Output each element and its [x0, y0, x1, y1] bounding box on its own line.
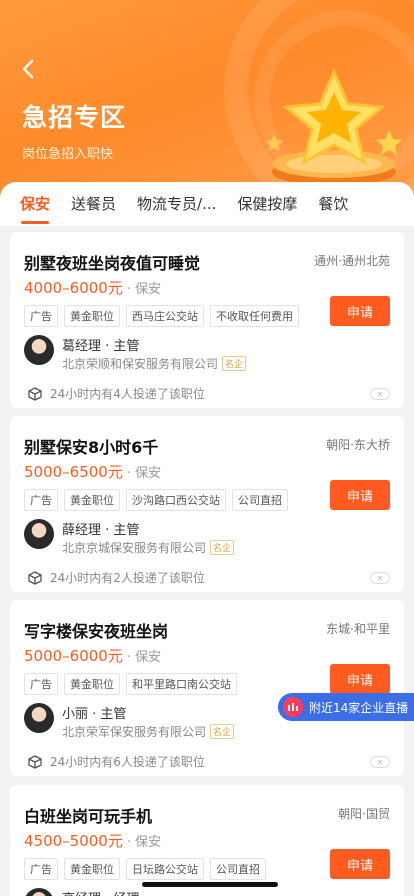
job-tag: 西马庄公交站 — [126, 305, 204, 327]
company-name: 北京荣顺和保安服务有限公司 名企 — [62, 355, 247, 372]
category-tabs: 保安 送餐员 物流专员/... 保健按摩 餐饮 — [0, 182, 414, 226]
cube-icon — [28, 386, 42, 401]
recruiter-name: 葛经理 · 主管 — [62, 339, 140, 354]
job-card[interactable]: 写字楼保安夜班坐岗 东城·和平里 5000–6000元 · 保安 广告 黄金职位 … — [10, 600, 404, 776]
apply-button[interactable]: 申请 — [330, 849, 390, 879]
home-indicator — [142, 882, 278, 887]
tab-massage[interactable]: 保健按摩 — [237, 182, 297, 226]
job-salary: 5000–6500元 · 保安 — [24, 461, 161, 482]
job-category: · 保安 — [126, 282, 162, 297]
job-title: 写字楼保安夜班坐岗 — [24, 622, 169, 641]
applicant-stats: 24小时内有2人投递了该职位 — [28, 569, 205, 586]
company-label: 北京京城保安服务有限公司 — [62, 541, 207, 555]
famous-company-badge: 名企 — [210, 724, 235, 739]
famous-company-badge: 名企 — [222, 356, 247, 371]
live-bars-icon — [283, 697, 303, 717]
job-salary: 4000–6000元 · 保安 — [24, 277, 161, 298]
job-title: 别墅夜班坐岗夜值可睡觉 — [24, 254, 201, 273]
tab-delivery[interactable]: 送餐员 — [71, 182, 116, 226]
stats-text: 24小时内有4人投递了该职位 — [50, 387, 205, 401]
applicant-stats: 24小时内有6人投递了该职位 — [28, 753, 205, 770]
job-tag: 公司直招 — [232, 489, 288, 511]
job-tag: 广告 — [24, 305, 58, 327]
job-location: 通州·通州北苑 — [314, 254, 390, 268]
cube-icon — [28, 754, 42, 769]
avatar — [24, 703, 54, 733]
job-tags: 广告 黄金职位 沙沟路口西公交站 公司直招 — [24, 489, 294, 511]
job-card[interactable]: 白班坐岗可玩手机 朝阳·国贸 4500–5000元 · 保安 广告 黄金职位 日坛… — [10, 785, 404, 896]
job-location: 东城·和平里 — [326, 622, 390, 636]
tab-logistics[interactable]: 物流专员/... — [137, 182, 216, 226]
dismiss-icon[interactable]: ✕ — [370, 572, 390, 584]
salary-range: 4000–6000元 — [24, 279, 123, 297]
job-tag: 广告 — [24, 489, 58, 511]
dismiss-icon[interactable]: ✕ — [370, 388, 390, 400]
salary-range: 4500–5000元 — [24, 832, 123, 850]
stats-text: 24小时内有2人投递了该职位 — [50, 571, 205, 585]
job-tag: 公司直招 — [210, 858, 266, 880]
company-label: 北京荣军保安服务有限公司 — [62, 725, 207, 739]
job-title: 白班坐岗可玩手机 — [24, 807, 153, 826]
salary-range: 5000–6500元 — [24, 463, 123, 481]
page-subtitle: 岗位急招入职快 — [22, 147, 114, 162]
cube-icon — [28, 570, 42, 585]
job-category: · 保安 — [126, 650, 162, 665]
job-tag: 黄金职位 — [64, 489, 120, 511]
company-label: 北京荣顺和保安服务有限公司 — [62, 357, 219, 371]
job-tags: 广告 黄金职位 日坛路公交站 公司直招 — [24, 858, 272, 880]
dismiss-icon[interactable]: ✕ — [370, 756, 390, 768]
applicant-stats: 24小时内有4人投递了该职位 — [28, 385, 205, 402]
avatar — [24, 335, 54, 365]
nearby-live-button[interactable]: 附近14家企业直播 — [278, 693, 414, 721]
job-tag: 不收取任何费用 — [210, 305, 299, 327]
job-tag: 和平里路口南公交站 — [126, 673, 237, 695]
nearby-live-label: 附近14家企业直播 — [309, 700, 409, 715]
recruiter-name: 高经理 · 经理 — [62, 888, 139, 896]
back-button[interactable] — [14, 55, 42, 83]
job-tag: 黄金职位 — [64, 858, 120, 880]
job-category: · 保安 — [126, 835, 162, 850]
job-tag: 黄金职位 — [64, 305, 120, 327]
tab-catering[interactable]: 餐饮 — [318, 182, 348, 226]
job-tags: 广告 黄金职位 西马庄公交站 不收取任何费用 — [24, 305, 305, 327]
avatar — [24, 519, 54, 549]
job-location: 朝阳·东大桥 — [326, 438, 390, 452]
company-name: 北京京城保安服务有限公司 名企 — [62, 539, 235, 556]
avatar — [24, 888, 54, 896]
job-location: 朝阳·国贸 — [338, 807, 390, 821]
apply-button[interactable]: 申请 — [330, 296, 390, 326]
recruiter-name: 薛经理 · 主管 — [62, 523, 140, 538]
page-title: 急招专区 — [22, 103, 127, 132]
salary-range: 5000–6000元 — [24, 647, 123, 665]
apply-button[interactable]: 申请 — [330, 664, 390, 694]
chevron-left-icon — [22, 59, 34, 79]
stats-text: 24小时内有6人投递了该职位 — [50, 755, 205, 769]
recruiter-name: 小丽 · 主管 — [62, 707, 127, 722]
job-card[interactable]: 别墅夜班坐岗夜值可睡觉 通州·通州北苑 4000–6000元 · 保安 广告 黄金… — [10, 232, 404, 408]
job-card[interactable]: 别墅保安8小时6千 朝阳·东大桥 5000–6500元 · 保安 广告 黄金职位 … — [10, 416, 404, 592]
job-salary: 5000–6000元 · 保安 — [24, 645, 161, 666]
job-tag: 沙沟路口西公交站 — [126, 489, 226, 511]
job-salary: 4500–5000元 · 保安 — [24, 830, 161, 851]
job-category: · 保安 — [126, 466, 162, 481]
famous-company-badge: 名企 — [210, 540, 235, 555]
job-tag: 日坛路公交站 — [126, 858, 204, 880]
job-title: 别墅保安8小时6千 — [24, 438, 159, 457]
apply-button[interactable]: 申请 — [330, 480, 390, 510]
job-tag: 广告 — [24, 858, 58, 880]
tab-security[interactable]: 保安 — [20, 182, 50, 226]
job-tag: 黄金职位 — [64, 673, 120, 695]
job-tag: 广告 — [24, 673, 58, 695]
star-trophy-icon — [265, 68, 402, 186]
company-name: 北京荣军保安服务有限公司 名企 — [62, 723, 235, 740]
job-tags: 广告 黄金职位 和平里路口南公交站 — [24, 673, 243, 695]
